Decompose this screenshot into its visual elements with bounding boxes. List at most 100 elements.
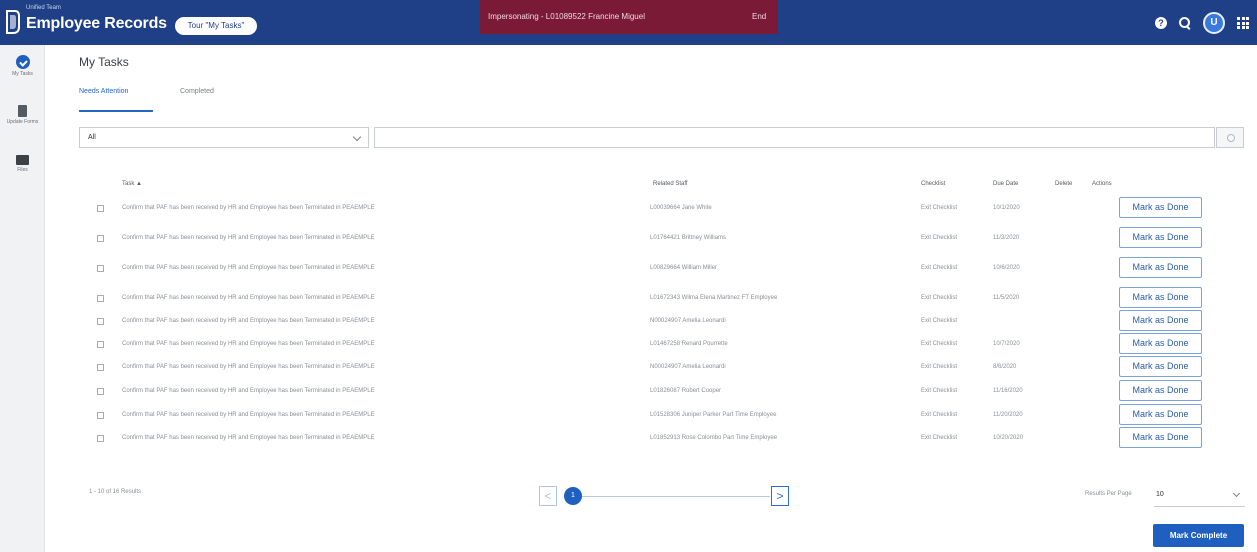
mark-as-done-button[interactable]: Mark as Done <box>1119 380 1202 401</box>
mark-as-done-button[interactable]: Mark as Done <box>1119 257 1202 278</box>
mark-as-done-button[interactable]: Mark as Done <box>1119 333 1202 354</box>
checklist-filter-select[interactable]: All <box>79 127 369 148</box>
row-checkbox[interactable] <box>97 235 104 242</box>
top-navbar: Unified Team Employee Records Tour "My T… <box>0 0 1257 45</box>
sidebar-item-label: My Tasks <box>12 71 33 77</box>
staff-cell: L00039664 Jane White <box>650 205 712 211</box>
app-title[interactable]: Employee Records <box>26 15 167 33</box>
mark-as-done-button[interactable]: Mark as Done <box>1119 310 1202 331</box>
due-date-cell: 10/20/2020 <box>993 435 1024 441</box>
next-page-button[interactable]: > <box>771 486 789 506</box>
pagination-track <box>582 496 770 497</box>
mark-as-done-button[interactable]: Mark as Done <box>1119 356 1202 377</box>
row-checkbox[interactable] <box>97 435 104 442</box>
task-cell: Confirm that PAF has been received by HR… <box>122 364 375 370</box>
tasks-check-icon <box>15 55 30 69</box>
sidebar-item-label: Files <box>17 167 28 173</box>
results-count: 1 - 10 of 16 Results <box>89 489 142 495</box>
due-date-cell: 8/6/2020 <box>993 364 1017 370</box>
checklist-cell: Exit Checklist <box>921 205 958 211</box>
row-checkbox[interactable] <box>97 295 104 302</box>
results-per-page-label: Results Per Page <box>1085 491 1132 497</box>
row-checkbox[interactable] <box>97 205 104 212</box>
table-row: Confirm that PAF has been received by HR… <box>79 354 1249 381</box>
search-input[interactable] <box>374 127 1215 148</box>
sidebar-item-my-tasks[interactable]: My Tasks <box>0 55 45 77</box>
column-header-checklist: Checklist <box>921 181 946 187</box>
row-checkbox[interactable] <box>97 364 104 371</box>
tab-needs-attention[interactable]: Needs Attention <box>79 88 128 95</box>
due-date-cell: 10/1/2020 <box>993 205 1020 211</box>
staff-cell: L01852913 Rose Colombo Part Time Employe… <box>650 435 778 441</box>
page-title: My Tasks <box>79 55 129 69</box>
checklist-cell: Exit Checklist <box>921 435 958 441</box>
active-tab-indicator <box>79 110 153 112</box>
tour-button[interactable]: Tour "My Tasks" <box>175 17 257 35</box>
staff-cell: N00024907 Amelia Leonardi <box>650 364 726 370</box>
checklist-cell: Exit Checklist <box>921 265 958 271</box>
chevron-down-icon <box>1232 489 1241 498</box>
top-icon-group: ? U <box>1155 11 1249 35</box>
pagination: < 1 > <box>539 486 793 508</box>
mark-as-done-button[interactable]: Mark as Done <box>1119 427 1202 448</box>
due-date-cell: 11/3/2020 <box>993 235 1020 241</box>
mark-as-done-button[interactable]: Mark as Done <box>1119 227 1202 248</box>
row-checkbox[interactable] <box>97 388 104 395</box>
mark-as-done-button[interactable]: Mark as Done <box>1119 287 1202 308</box>
brand-subtitle: Unified Team <box>26 5 61 11</box>
end-impersonation-link[interactable]: End <box>752 12 766 21</box>
task-cell: Confirm that PAF has been received by HR… <box>122 235 375 241</box>
column-header-due-date: Due Date <box>993 181 1019 187</box>
left-sidebar: My Tasks Update Forms Files <box>0 45 45 552</box>
row-checkbox[interactable] <box>97 412 104 419</box>
task-cell: Confirm that PAF has been received by HR… <box>122 388 375 394</box>
column-header-delete: Delete <box>1055 181 1073 187</box>
staff-cell: L00829664 William Miller <box>650 265 718 271</box>
column-header-actions: Actions <box>1092 181 1112 187</box>
page-1-button[interactable]: 1 <box>564 487 582 505</box>
checklist-cell: Exit Checklist <box>921 235 958 241</box>
task-cell: Confirm that PAF has been received by HR… <box>122 435 375 441</box>
mark-as-done-button[interactable]: Mark as Done <box>1119 197 1202 218</box>
column-header-task[interactable]: Task ▲ <box>122 181 142 187</box>
sidebar-item-update-forms[interactable]: Update Forms <box>0 105 45 125</box>
logo-icon <box>6 10 20 34</box>
tab-completed[interactable]: Completed <box>180 88 214 95</box>
options-icon <box>1227 134 1235 142</box>
staff-cell: L01764421 Brittney Williams <box>650 235 727 241</box>
chevron-down-icon <box>352 132 362 142</box>
column-header-related-staff: Related Staff <box>653 181 688 187</box>
apps-grid-icon[interactable] <box>1237 17 1249 29</box>
impersonation-text: Impersonating - L01089522 Francine Migue… <box>488 12 645 21</box>
staff-cell: L01826087 Robert Cooper <box>650 388 722 394</box>
filter-selected-value: All <box>88 134 96 141</box>
task-cell: Confirm that PAF has been received by HR… <box>122 265 375 271</box>
due-date-cell: 11/16/2020 <box>993 388 1023 394</box>
help-icon[interactable]: ? <box>1155 17 1167 29</box>
search-icon[interactable] <box>1179 17 1191 29</box>
results-per-page-select[interactable]: 10 <box>1154 485 1245 507</box>
mark-as-done-button[interactable]: Mark as Done <box>1119 404 1202 425</box>
row-checkbox[interactable] <box>97 318 104 325</box>
folder-icon <box>16 155 29 165</box>
checklist-cell: Exit Checklist <box>921 364 958 370</box>
table-row: Confirm that PAF has been received by HR… <box>79 425 1249 452</box>
previous-page-button[interactable]: < <box>539 486 557 506</box>
sidebar-item-files[interactable]: Files <box>0 155 45 173</box>
table-row: Confirm that PAF has been received by HR… <box>79 225 1249 252</box>
document-icon <box>18 105 27 117</box>
due-date-cell: 10/6/2020 <box>993 265 1020 271</box>
filter-options-button[interactable] <box>1216 127 1244 148</box>
mark-complete-button[interactable]: Mark Complete <box>1153 524 1244 547</box>
user-avatar[interactable]: U <box>1203 12 1225 34</box>
checklist-cell: Exit Checklist <box>921 388 958 394</box>
table-row: Confirm that PAF has been received by HR… <box>79 255 1249 282</box>
table-row: Confirm that PAF has been received by HR… <box>79 378 1249 405</box>
table-row: Confirm that PAF has been received by HR… <box>79 195 1249 222</box>
task-cell: Confirm that PAF has been received by HR… <box>122 205 375 211</box>
row-checkbox[interactable] <box>97 265 104 272</box>
row-checkbox[interactable] <box>97 341 104 348</box>
impersonation-banner: Impersonating - L01089522 Francine Migue… <box>480 0 778 34</box>
sidebar-item-label: Update Forms <box>6 119 39 125</box>
per-page-value: 10 <box>1156 491 1164 498</box>
